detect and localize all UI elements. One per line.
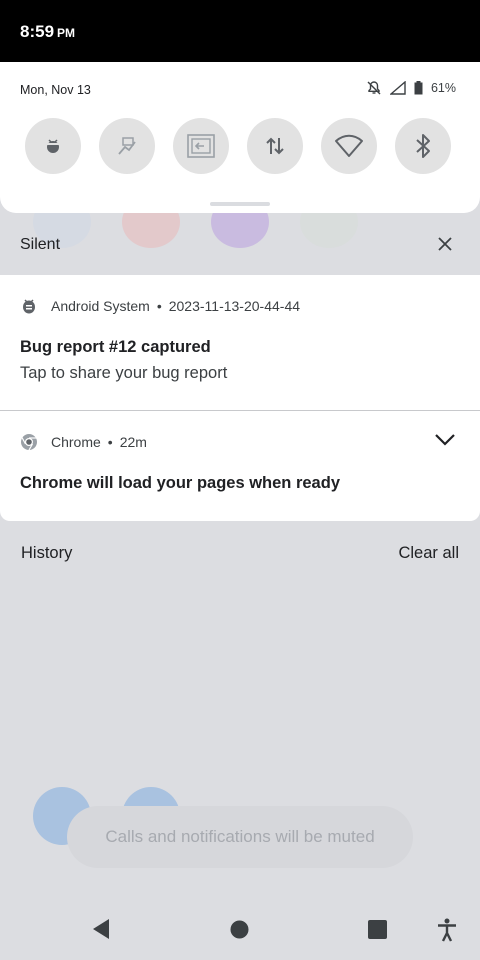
navigation-bar	[0, 900, 480, 960]
date: Mon, Nov 13	[20, 83, 91, 97]
expand-button[interactable]	[434, 433, 456, 451]
drag-handle[interactable]	[210, 202, 270, 206]
quick-settings-tiles	[25, 118, 451, 174]
toast-message: Calls and notifications will be muted	[67, 806, 413, 868]
signal-icon	[389, 81, 406, 95]
status-icons: 61%	[366, 80, 456, 96]
notification-title: Chrome will load your pages when ready	[20, 474, 340, 492]
do-not-disturb-icon	[366, 80, 382, 96]
mobile-data-tile[interactable]	[247, 118, 303, 174]
recents-button[interactable]	[368, 920, 387, 944]
separator-dot: •	[107, 434, 113, 450]
notification-footer: History Clear all	[0, 540, 480, 570]
notification-header: Chrome • 22m	[20, 433, 147, 451]
back-button[interactable]	[91, 918, 111, 945]
home-button[interactable]	[230, 920, 249, 944]
home-icon	[230, 920, 249, 943]
chrome-icon	[20, 433, 38, 451]
wifi-tile[interactable]	[321, 118, 377, 174]
android-system-bug-icon	[20, 297, 38, 315]
usb-debugging-tile[interactable]	[99, 118, 155, 174]
section-title: Silent	[20, 236, 61, 253]
cast-icon	[187, 134, 215, 158]
chevron-down-icon	[434, 434, 456, 451]
notification-chrome[interactable]: Chrome • 22m Chrome will load your pages…	[0, 411, 480, 521]
bluetooth-icon	[413, 133, 433, 159]
bug-report-tile[interactable]	[25, 118, 81, 174]
developer-icon	[115, 134, 139, 158]
separator-dot: •	[156, 298, 162, 314]
screen-cast-tile[interactable]	[173, 118, 229, 174]
accessibility-button[interactable]	[437, 918, 457, 947]
notification-time: 2023-11-13-20-44-44	[168, 298, 301, 314]
clock: 8:59 PM	[20, 22, 76, 41]
silent-section-header: Silent	[0, 213, 480, 275]
app-name: Android System	[51, 298, 150, 314]
status-bar: 8:59 PM	[0, 0, 480, 62]
close-icon	[436, 237, 454, 257]
history-button[interactable]: History	[21, 544, 72, 563]
notification-bug-report[interactable]: Android System • 2023-11-13-20-44-44 Bug…	[0, 275, 480, 410]
notification-time: 22m	[119, 434, 147, 450]
dismiss-section-button[interactable]	[436, 235, 454, 253]
bluetooth-tile[interactable]	[395, 118, 451, 174]
quick-settings-panel: Mon, Nov 13 61%	[0, 62, 480, 213]
bug-icon	[43, 136, 63, 156]
battery-icon	[414, 81, 423, 95]
recents-icon	[368, 920, 387, 943]
clear-all-button[interactable]: Clear all	[398, 544, 459, 563]
wifi-icon	[334, 134, 364, 158]
notification-header: Android System • 2023-11-13-20-44-44	[20, 297, 300, 315]
battery-percent: 61%	[430, 81, 456, 95]
notification-title: Bug report #12 captured	[20, 338, 211, 356]
data-arrows-icon	[264, 134, 286, 158]
back-icon	[91, 919, 111, 944]
notification-text: Tap to share your bug report	[20, 364, 228, 382]
accessibility-icon	[437, 918, 457, 946]
app-name: Chrome	[51, 434, 101, 450]
